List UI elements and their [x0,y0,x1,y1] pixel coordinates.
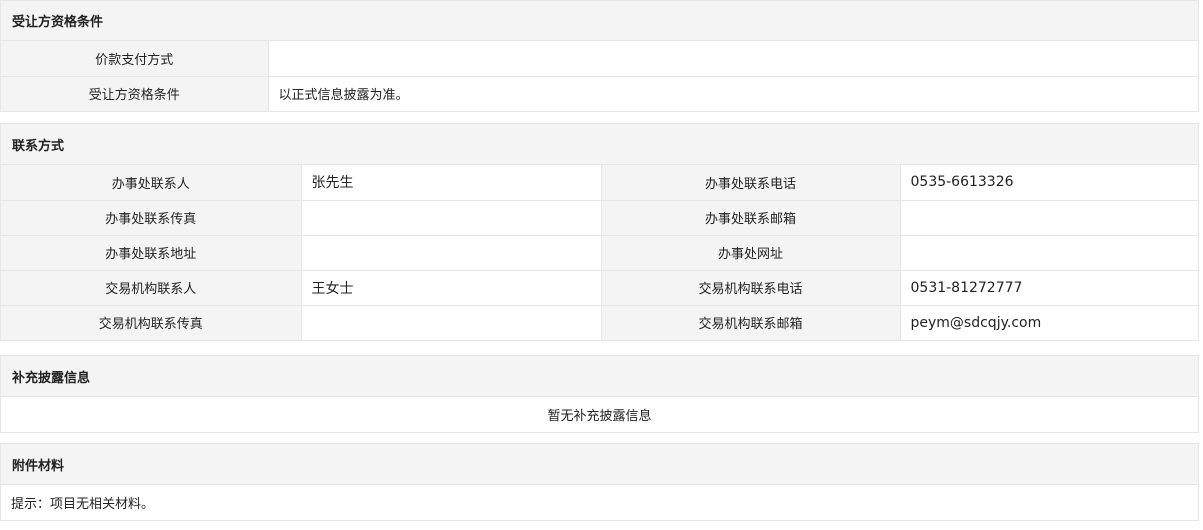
agency-fax-label: 交易机构联系传真 [1,304,302,340]
table-row: 价款支付方式 [1,41,1198,77]
table-row: 交易机构联系传真 交易机构联系邮箱 peym@sdcqjy.com [1,304,1198,340]
qualification-section: 受让方资格条件 价款支付方式 受让方资格条件 以正式信息披露为准。 [0,0,1199,112]
contact-table: 办事处联系人 张先生 办事处联系电话 0535-6613326 办事处联系传真 … [1,165,1198,340]
office-website-label: 办事处网址 [600,234,901,271]
contact-title: 联系方式 [1,124,1198,165]
office-email-label: 办事处联系邮箱 [600,199,901,236]
contact-section: 联系方式 办事处联系人 张先生 办事处联系电话 0535-6613326 办事处… [0,123,1199,341]
agency-fax-value [300,304,602,340]
agency-email-label: 交易机构联系邮箱 [600,304,901,340]
office-phone-label: 办事处联系电话 [600,165,901,201]
office-fax-value [300,199,602,236]
agency-phone-value: 0531-81272777 [899,269,1198,306]
office-phone-value: 0535-6613326 [899,165,1198,201]
table-row: 办事处联系地址 办事处网址 [1,234,1198,271]
office-fax-label: 办事处联系传真 [1,199,302,236]
qualification-value: 以正式信息披露为准。 [267,75,1198,111]
table-row: 办事处联系传真 办事处联系邮箱 [1,199,1198,236]
qualification-title: 受让方资格条件 [1,1,1198,41]
office-address-value [300,234,602,271]
qualification-label: 受让方资格条件 [1,75,269,111]
agency-email-value: peym@sdcqjy.com [899,304,1198,340]
office-contact-label: 办事处联系人 [1,165,302,201]
office-contact-value: 张先生 [300,165,602,201]
payment-method-label: 价款支付方式 [1,41,269,77]
attachments-text: 提示：项目无相关材料。 [11,497,155,512]
table-row: 办事处联系人 张先生 办事处联系电话 0535-6613326 [1,165,1198,201]
supplement-text: 暂无补充披露信息 [547,409,652,424]
supplement-section: 补充披露信息 暂无补充披露信息 [0,355,1199,433]
payment-method-value [267,41,1198,77]
attachments-title: 附件材料 [1,444,1198,485]
attachments-section: 附件材料 提示：项目无相关材料。 [0,443,1199,521]
qualification-table: 价款支付方式 受让方资格条件 以正式信息披露为准。 [1,41,1198,111]
office-address-label: 办事处联系地址 [1,234,302,271]
agency-phone-label: 交易机构联系电话 [600,269,901,306]
agency-contact-value: 王女士 [300,269,602,306]
office-email-value [899,199,1198,236]
office-website-value [899,234,1198,271]
table-row: 受让方资格条件 以正式信息披露为准。 [1,75,1198,111]
agency-contact-label: 交易机构联系人 [1,269,302,306]
table-row: 交易机构联系人 王女士 交易机构联系电话 0531-81272777 [1,269,1198,306]
supplement-title: 补充披露信息 [1,356,1198,397]
